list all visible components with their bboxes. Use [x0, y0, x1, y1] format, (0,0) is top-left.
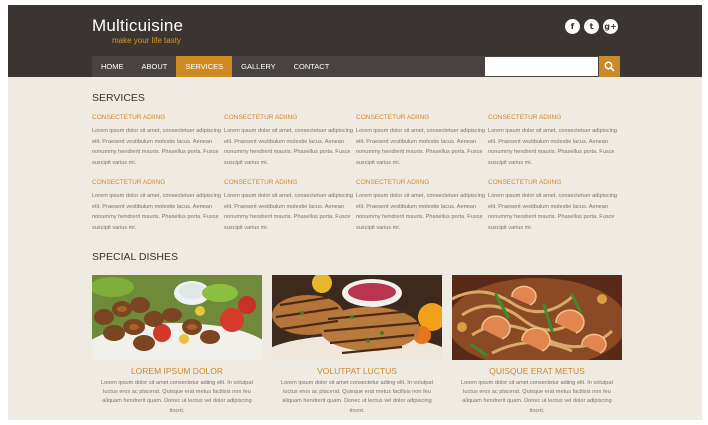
page-frame: Multicuisine make your life tasty f t g+…: [8, 5, 702, 420]
services-title: SERVICES: [92, 92, 145, 104]
service-item: CONSECTETUR ADIING Lorem ipsum dolor sit…: [224, 113, 354, 169]
service-heading[interactable]: CONSECTETUR ADIING: [92, 178, 222, 187]
service-heading[interactable]: CONSECTETUR ADIING: [356, 178, 486, 187]
service-text: Lorem ipsum dolor sit amet, consectetuer…: [224, 193, 354, 232]
logo-title: Multicuisine: [92, 16, 184, 35]
nav-services[interactable]: SERVICES: [176, 56, 233, 77]
service-text: Lorem ipsum dolor sit amet, consectetuer…: [488, 128, 618, 167]
service-item: CONSECTETUR ADIING Lorem ipsum dolor sit…: [488, 178, 618, 234]
nav-home[interactable]: HOME: [92, 56, 133, 77]
search-button[interactable]: [599, 56, 620, 77]
service-text: Lorem ipsum dolor sit amet, consectetuer…: [224, 128, 354, 167]
service-heading[interactable]: CONSECTETUR ADIING: [488, 178, 618, 187]
service-heading[interactable]: CONSECTETUR ADIING: [92, 113, 222, 122]
dish-description: Lorem ipsum dolor sit amet consectetur a…: [100, 380, 254, 414]
nav-contact[interactable]: CONTACT: [285, 56, 339, 77]
dish-image-shrimp-noodles[interactable]: [452, 275, 622, 360]
search-icon: [604, 61, 615, 72]
dish-title[interactable]: QUISQUE ERAT METUS: [452, 366, 622, 376]
nav-gallery[interactable]: GALLERY: [232, 56, 284, 77]
dish-title[interactable]: VOLUTPAT LUCTUS: [272, 366, 442, 376]
social-links: f t g+: [565, 19, 618, 34]
logo-tagline: make your life tasty: [112, 36, 181, 45]
facebook-icon[interactable]: f: [565, 19, 580, 34]
service-text: Lorem ipsum dolor sit amet, consectetuer…: [356, 193, 486, 232]
dish-title[interactable]: LOREM IPSUM DOLOR: [92, 366, 262, 376]
google-plus-icon[interactable]: g+: [603, 19, 618, 34]
service-item: CONSECTETUR ADIING Lorem ipsum dolor sit…: [488, 113, 618, 169]
logo[interactable]: Multicuisine make your life tasty: [92, 16, 183, 45]
twitter-icon[interactable]: t: [584, 19, 599, 34]
service-heading[interactable]: CONSECTETUR ADIING: [224, 113, 354, 122]
service-item: CONSECTETUR ADIING Lorem ipsum dolor sit…: [224, 178, 354, 234]
dish-image-kebab[interactable]: [92, 275, 262, 360]
dish-image-grilled-chicken[interactable]: [272, 275, 442, 360]
service-item: CONSECTETUR ADIING Lorem ipsum dolor sit…: [92, 113, 222, 169]
special-dishes-title: SPECIAL DISHES: [92, 251, 178, 263]
dish-description: Lorem ipsum dolor sit amet consectetur a…: [460, 380, 614, 414]
service-text: Lorem ipsum dolor sit amet, consectetuer…: [488, 193, 618, 232]
service-text: Lorem ipsum dolor sit amet, consectetuer…: [92, 128, 222, 167]
dish-description: Lorem ipsum dolor sit amet consectetur a…: [280, 380, 434, 414]
service-text: Lorem ipsum dolor sit amet, consectetuer…: [356, 128, 486, 167]
service-text: Lorem ipsum dolor sit amet, consectetuer…: [92, 193, 222, 232]
service-heading[interactable]: CONSECTETUR ADIING: [224, 178, 354, 187]
search-input[interactable]: [485, 57, 598, 76]
service-item: CONSECTETUR ADIING Lorem ipsum dolor sit…: [92, 178, 222, 234]
service-item: CONSECTETUR ADIING Lorem ipsum dolor sit…: [356, 178, 486, 234]
service-heading[interactable]: CONSECTETUR ADIING: [356, 113, 486, 122]
nav-about[interactable]: ABOUT: [133, 56, 177, 77]
service-item: CONSECTETUR ADIING Lorem ipsum dolor sit…: [356, 113, 486, 169]
service-heading[interactable]: CONSECTETUR ADIING: [488, 113, 618, 122]
